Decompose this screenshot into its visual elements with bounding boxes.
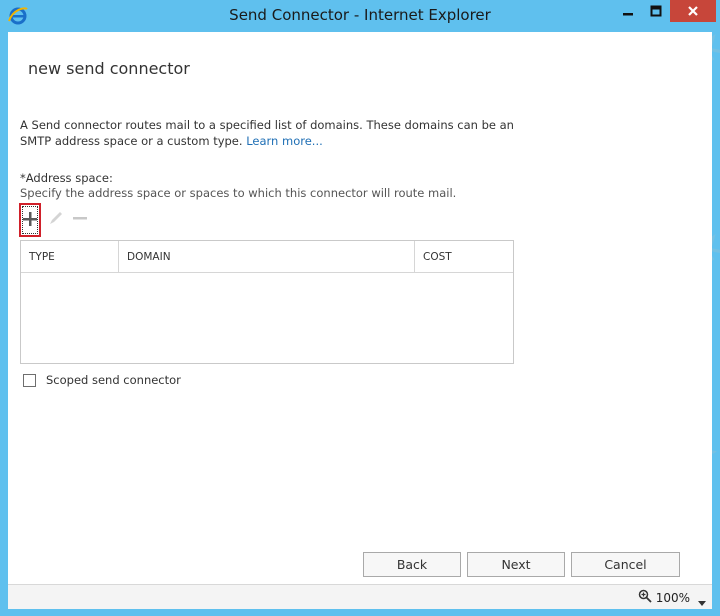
maximize-icon bbox=[650, 2, 662, 21]
plus-icon bbox=[23, 211, 37, 230]
scoped-send-connector-option[interactable]: Scoped send connector bbox=[23, 373, 181, 387]
window-title: Send Connector - Internet Explorer bbox=[229, 6, 491, 24]
scoped-checkbox[interactable] bbox=[23, 373, 36, 387]
minimize-icon bbox=[622, 2, 634, 21]
address-space-table[interactable]: TYPE DOMAIN COST bbox=[20, 240, 514, 364]
zoom-icon bbox=[638, 589, 652, 606]
remove-address-space-button[interactable] bbox=[72, 210, 88, 230]
next-button[interactable]: Next bbox=[467, 552, 565, 577]
close-button[interactable] bbox=[670, 0, 716, 22]
add-address-space-button[interactable] bbox=[19, 203, 41, 237]
column-header-type[interactable]: TYPE bbox=[21, 241, 119, 272]
learn-more-link[interactable]: Learn more... bbox=[246, 134, 323, 148]
description-text: A Send connector routes mail to a specif… bbox=[20, 117, 520, 149]
close-icon bbox=[687, 2, 699, 21]
window-titlebar[interactable]: Send Connector - Internet Explorer bbox=[0, 0, 720, 32]
status-bar: 100% bbox=[8, 584, 712, 609]
table-header: TYPE DOMAIN COST bbox=[21, 241, 513, 273]
edit-address-space-button[interactable] bbox=[48, 210, 64, 230]
maximize-button[interactable] bbox=[642, 0, 670, 22]
chevron-down-icon[interactable] bbox=[698, 596, 706, 610]
zoom-control[interactable]: 100% bbox=[638, 589, 706, 606]
minus-icon bbox=[72, 211, 88, 230]
address-space-help: Specify the address space or spaces to w… bbox=[20, 186, 457, 200]
scoped-label: Scoped send connector bbox=[46, 373, 181, 387]
cancel-button[interactable]: Cancel bbox=[571, 552, 680, 577]
zoom-level: 100% bbox=[655, 590, 690, 605]
minimize-button[interactable] bbox=[614, 0, 642, 22]
back-button[interactable]: Back bbox=[363, 552, 461, 577]
page-title: new send connector bbox=[28, 59, 190, 78]
pencil-icon bbox=[48, 211, 64, 230]
address-space-label: *Address space: bbox=[20, 171, 113, 185]
column-header-cost[interactable]: COST bbox=[415, 241, 513, 272]
column-header-domain[interactable]: DOMAIN bbox=[119, 241, 415, 272]
page-content: new send connector A Send connector rout… bbox=[8, 32, 712, 584]
